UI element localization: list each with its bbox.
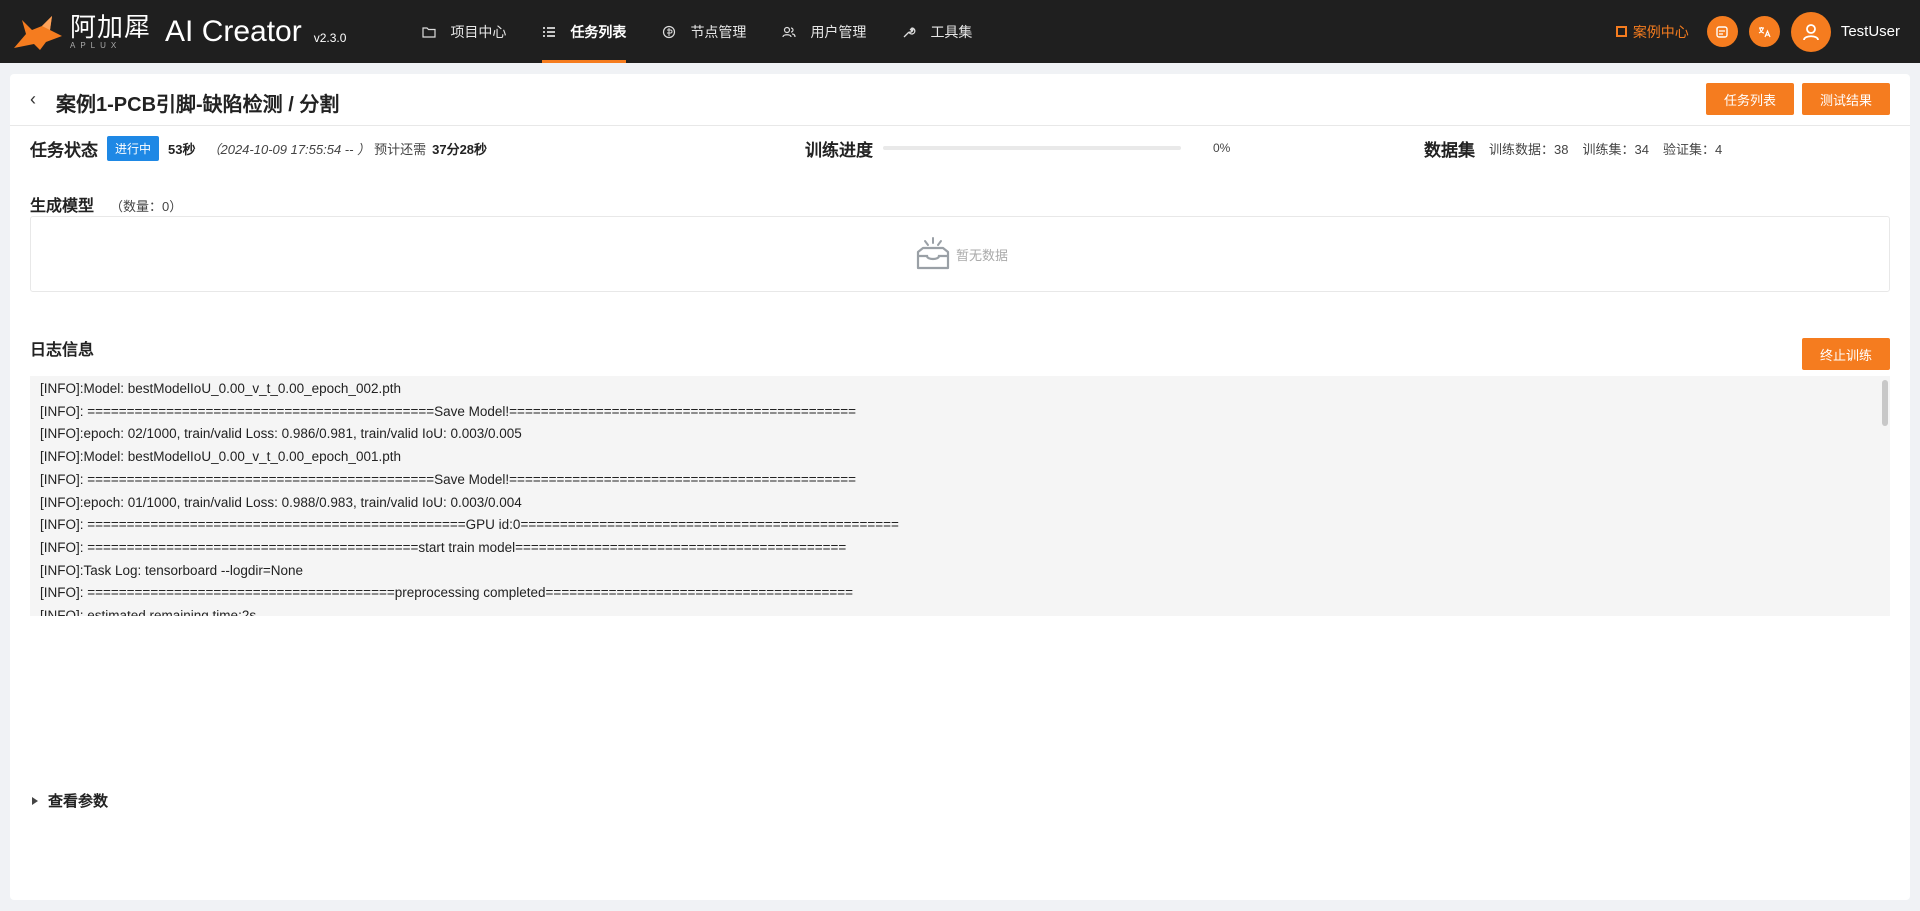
log-header: 日志信息 — [30, 336, 94, 360]
log-lines: [INFO]:Model: bestModelIoU_0.00_v_t_0.00… — [30, 376, 1890, 616]
users-icon — [782, 26, 797, 37]
log-line: [INFO]:epoch: 02/1000, train/valid Loss:… — [40, 426, 522, 442]
log-line: [INFO]: ================================… — [40, 403, 857, 419]
version-label: v2.3.0 — [313, 30, 347, 45]
top-navbar: 阿加犀 APLUX AI Creator v2.3.0 项目中心 任务列表 节点… — [0, 0, 1920, 63]
test-results-button[interactable]: 测试结果 — [1802, 83, 1890, 115]
top-right-actions: 案例中心 TestUser — [1615, 11, 1900, 52]
list-icon — [543, 26, 556, 37]
brand[interactable]: 阿加犀 APLUX AI Creator v2.3.0 — [12, 0, 346, 63]
log-line: [INFO]:Model: bestModelIoU_0.00_v_t_0.00… — [40, 381, 401, 396]
remaining-label: 预计还需 — [374, 141, 427, 157]
dataset-info: 数据集 训练数据：38 训练集：34 验证集：4 — [1424, 134, 1722, 162]
back-arrow-icon[interactable]: ‹ — [30, 90, 44, 108]
nav-label: 任务列表 — [570, 23, 627, 40]
view-params-label: 查看参数 — [48, 793, 109, 810]
log-output[interactable]: [INFO]:Model: bestModelIoU_0.00_v_t_0.00… — [30, 376, 1890, 616]
log-line: [INFO]: ================================… — [40, 585, 854, 601]
grid-icon — [1615, 26, 1627, 37]
nav-label: 项目中心 — [450, 23, 507, 40]
page-title: 案例1-PCB引脚-缺陷检测 / 分割 — [56, 94, 340, 116]
message-button[interactable] — [1706, 16, 1738, 47]
user-icon — [1802, 23, 1819, 40]
language-button[interactable] — [1748, 16, 1780, 47]
elapsed-duration: 53秒 — [168, 141, 196, 157]
log-scrollbar[interactable] — [1882, 380, 1888, 426]
stop-training-button[interactable]: 终止训练 — [1802, 338, 1890, 370]
nav-item-users[interactable]: 用户管理 — [764, 0, 884, 63]
nav-item-nodes[interactable]: 节点管理 — [644, 0, 764, 63]
progress-percent: 0% — [1213, 141, 1231, 155]
nav-item-projects[interactable]: 项目中心 — [404, 0, 524, 63]
view-params-toggle[interactable]: 查看参数 — [30, 790, 108, 811]
wrench-icon — [903, 26, 916, 37]
brand-cn-block: 阿加犀 APLUX — [70, 14, 151, 50]
brand-cn-name: 阿加犀 — [70, 11, 152, 42]
avatar[interactable] — [1790, 11, 1831, 52]
progress-label: 训练进度 — [805, 140, 873, 160]
models-label: 生成模型 — [30, 198, 95, 215]
nav-label: 节点管理 — [690, 23, 747, 40]
nav-item-tasks[interactable]: 任务列表 — [524, 0, 644, 63]
log-line: [INFO]:Model: bestModelIoU_0.00_v_t_0.00… — [40, 449, 401, 465]
fox-logo-icon — [14, 15, 62, 50]
main-nav: 项目中心 任务列表 节点管理 用户管理 工具集 — [404, 0, 990, 63]
log-label: 日志信息 — [30, 342, 95, 359]
log-line: [INFO]: ================================… — [40, 539, 847, 555]
folder-icon — [422, 26, 437, 38]
train-data-count: 训练数据：38 — [1489, 141, 1569, 157]
val-set-count: 验证集：4 — [1662, 141, 1723, 157]
case-center-link[interactable]: 案例中心 — [1615, 22, 1689, 42]
empty-inbox-icon — [916, 237, 950, 270]
translate-icon — [1759, 26, 1771, 37]
brand-sub: APLUX — [70, 40, 122, 50]
training-progress: 训练进度 0% — [805, 134, 1230, 162]
models-header: 生成模型 （数量：0） — [30, 192, 182, 216]
log-line: [INFO]: ================================… — [40, 471, 857, 487]
case-center-label: 案例中心 — [1632, 23, 1689, 40]
log-line: [INFO]: estimated remaining time:2s — [40, 608, 257, 616]
empty-text: 暂无数据 — [955, 247, 1008, 263]
nav-label: 工具集 — [930, 23, 973, 40]
product-name: AI Creator — [165, 14, 302, 48]
page-header: ‹ 案例1-PCB引脚-缺陷检测 / 分割 任务列表 测试结果 — [10, 74, 1910, 126]
dataset-label: 数据集 — [1424, 140, 1475, 160]
time-range: （2024-10-09 17:55:54 -- ） — [207, 141, 371, 157]
caret-right-icon — [32, 796, 38, 805]
models-count: （数量：0） — [110, 199, 183, 214]
progress-bar — [883, 146, 1181, 150]
task-list-button[interactable]: 任务列表 — [1706, 83, 1794, 115]
log-line: [INFO]:Task Log: tensorboard --logdir=No… — [40, 562, 303, 578]
nav-label: 用户管理 — [810, 23, 867, 40]
log-line: [INFO]:epoch: 01/1000, train/valid Loss:… — [40, 494, 522, 510]
status-badge: 进行中 — [107, 135, 160, 161]
message-icon — [1716, 25, 1729, 38]
train-set-count: 训练集：34 — [1582, 141, 1649, 157]
log-line: [INFO]: ================================… — [40, 517, 899, 533]
node-icon — [663, 25, 676, 38]
task-status-label: 任务状态 — [30, 140, 98, 160]
username[interactable]: TestUser — [1841, 23, 1900, 40]
task-detail-panel: ‹ 案例1-PCB引脚-缺陷检测 / 分割 任务列表 测试结果 任务状态 进行中… — [10, 74, 1910, 900]
models-empty-state: 暂无数据 — [30, 216, 1890, 292]
nav-item-tools[interactable]: 工具集 — [884, 0, 990, 63]
remaining-time: 37分28秒 — [432, 141, 488, 157]
